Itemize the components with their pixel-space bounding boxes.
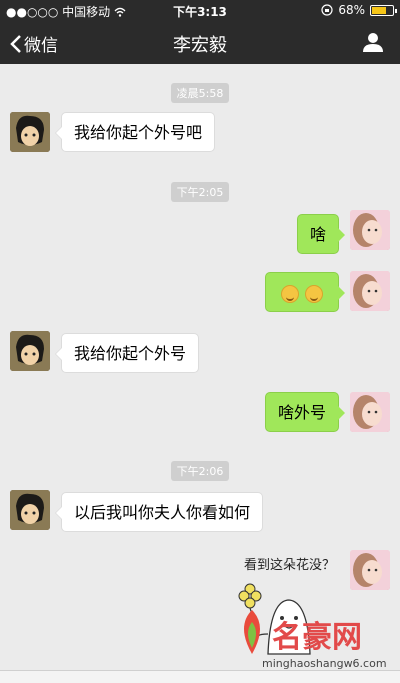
battery-percent: 68% [338, 3, 365, 17]
message-bubble[interactable]: 以后我叫你夫人你看如何 [54, 492, 264, 532]
timestamp: 下午2:06 [0, 460, 400, 481]
chat-title: 李宏毅 [173, 35, 227, 56]
avatar[interactable] [350, 550, 390, 590]
nav-bar: 微信 李宏毅 [0, 20, 400, 64]
message-bubble[interactable]: 我给你起个外号 [54, 333, 200, 373]
input-bar[interactable] [0, 670, 400, 683]
avatar[interactable] [350, 271, 390, 311]
message-bubble[interactable]: 啥外号 [264, 392, 346, 432]
watermark-url: minghaoshangw6.com [262, 657, 387, 670]
smile-emoji-icon [305, 284, 323, 303]
avatar[interactable] [10, 331, 50, 371]
status-bar: ●●○○○ 中国移动 下午3:13 68% [0, 0, 400, 20]
timestamp: 凌晨5:58 [0, 82, 400, 103]
avatar[interactable] [10, 112, 50, 152]
smile-emoji-icon [281, 284, 299, 303]
watermark-name: 名豪网 [272, 620, 362, 655]
message-bubble[interactable]: 我给你起个外号吧 [54, 112, 216, 152]
emoji-message-bubble[interactable] [265, 272, 345, 312]
timestamp: 下午2:05 [0, 181, 400, 202]
rotation-lock-icon [321, 4, 333, 16]
avatar[interactable] [10, 490, 50, 530]
battery-icon [370, 4, 397, 16]
avatar[interactable] [350, 392, 390, 432]
avatar[interactable] [350, 210, 390, 250]
chat-area[interactable]: 凌晨5:58 我给你起个外号吧 下午2:05 啥 我给你起个外号 啥外号 下午2… [0, 64, 400, 683]
watermark-logo-icon [244, 610, 260, 654]
message-bubble[interactable]: 啥 [296, 214, 346, 254]
person-icon[interactable] [362, 31, 384, 53]
sticker-caption: 看到这朵花没？ [244, 558, 336, 573]
